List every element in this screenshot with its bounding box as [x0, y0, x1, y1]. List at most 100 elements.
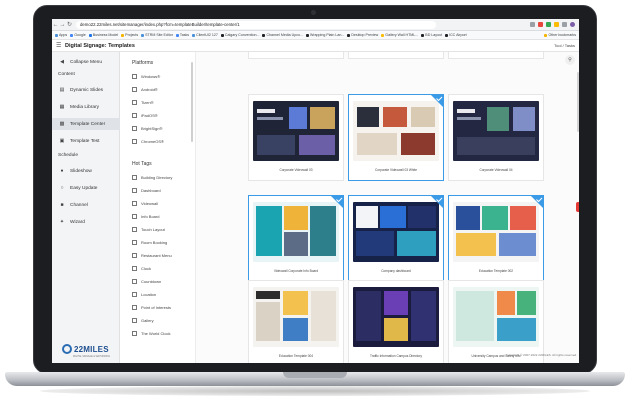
- tag-filter[interactable]: Clock: [132, 266, 151, 271]
- bookmark-icon: [121, 33, 125, 37]
- sidebar-item-dynamic-slides[interactable]: ▤ Dynamic Slides: [52, 84, 120, 96]
- tag-filter[interactable]: Countdown: [132, 279, 161, 284]
- template-card[interactable]: Corporate Videowall 03: [248, 94, 344, 181]
- template-card[interactable]: Videowall Corporate Info Board: [248, 195, 344, 282]
- platform-filter[interactable]: BrightSign®: [132, 126, 162, 131]
- checkbox[interactable]: [132, 279, 137, 284]
- bookmark[interactable]: Wrapping Plain Lan...: [306, 33, 344, 37]
- tag-filter[interactable]: Location: [132, 292, 156, 297]
- checkbox[interactable]: [132, 74, 137, 79]
- checkbox[interactable]: [132, 305, 137, 310]
- checkbox[interactable]: [132, 240, 137, 245]
- bookmark[interactable]: Desktop Preview: [347, 33, 378, 37]
- checkbox[interactable]: [132, 292, 137, 297]
- profile-avatar-icon[interactable]: [570, 22, 575, 27]
- brand-name: 22MILES: [74, 344, 109, 354]
- thumb-block: [284, 232, 308, 256]
- hamburger-menu-icon[interactable]: ☰: [56, 42, 62, 49]
- sidebar-item-channel[interactable]: ■ Channel: [52, 199, 120, 211]
- filter-scrollbar[interactable]: [191, 62, 193, 142]
- bookmark[interactable]: BD Layout: [421, 33, 442, 37]
- bookmark[interactable]: STRM Site Editor: [141, 33, 173, 37]
- other-bookmarks[interactable]: Other bookmarks: [544, 33, 579, 37]
- checkbox[interactable]: [132, 318, 137, 323]
- bookmark[interactable]: Apps: [55, 33, 67, 37]
- filter-label: Android®: [141, 87, 158, 92]
- bookmark[interactable]: Tasks: [175, 33, 189, 37]
- tag-filter[interactable]: Touch Layout: [132, 227, 165, 232]
- extension-icon[interactable]: [538, 22, 543, 27]
- checkbox[interactable]: [132, 227, 137, 232]
- thumb-block: [257, 117, 283, 120]
- bookmark[interactable]: Projects: [121, 33, 138, 37]
- search-icon[interactable]: ⚲: [565, 55, 575, 65]
- back-icon[interactable]: ←: [52, 22, 59, 28]
- sidebar-item-slideshow[interactable]: ● Slideshow: [52, 165, 120, 177]
- slideshow-icon: ●: [60, 168, 64, 174]
- checkbox[interactable]: [132, 331, 137, 336]
- hot-tags-heading: Hot Tags: [132, 161, 152, 167]
- checkbox[interactable]: [132, 214, 137, 219]
- thumb-block: [457, 117, 481, 120]
- thumb-block: [283, 318, 308, 341]
- tag-filter[interactable]: Gallery: [132, 318, 154, 323]
- template-card[interactable]: University Campus and Safety Info: [448, 280, 544, 363]
- bookmark[interactable]: ICC Airport: [445, 33, 467, 37]
- tag-filter[interactable]: Info Board: [132, 214, 159, 219]
- checkbox[interactable]: [132, 100, 137, 105]
- tag-filter[interactable]: Dashboard: [132, 188, 161, 193]
- gallery-scrollbar[interactable]: [577, 72, 579, 132]
- checkbox[interactable]: [132, 188, 137, 193]
- bookmark[interactable]: Google: [70, 33, 86, 37]
- reload-icon[interactable]: ↻: [66, 21, 73, 28]
- checkbox[interactable]: [132, 253, 137, 258]
- laptop-screen: ← → ↻ demo22.22miles.net/sitemanager/ind…: [52, 19, 579, 363]
- channel-icon: ■: [60, 202, 64, 208]
- template-card[interactable]: Company dashboard: [348, 195, 444, 282]
- feedback-tab[interactable]: [576, 202, 579, 212]
- bookmark[interactable]: ClientUI2 127: [192, 33, 218, 37]
- checkbox[interactable]: [132, 175, 137, 180]
- extension-icon[interactable]: [562, 22, 567, 27]
- checkbox[interactable]: [132, 266, 137, 271]
- checkbox[interactable]: [132, 201, 137, 206]
- tag-filter[interactable]: Room Booking: [132, 240, 167, 245]
- tag-filter[interactable]: Videowall: [132, 201, 158, 206]
- bookmark[interactable]: Channel Media Upco...: [262, 33, 303, 37]
- bookmark[interactable]: Business Model: [88, 33, 118, 37]
- platform-filter[interactable]: ChromeOS®: [132, 139, 164, 144]
- template-card[interactable]: Education Template 002: [448, 195, 544, 282]
- extension-icon[interactable]: [546, 22, 551, 27]
- url-bar[interactable]: demo22.22miles.net/sitemanager/index.php…: [76, 20, 436, 29]
- template-card[interactable]: Education Template 004: [248, 280, 344, 363]
- platform-filter[interactable]: Tizen®: [132, 100, 154, 105]
- checkbox[interactable]: [132, 126, 137, 131]
- tag-filter[interactable]: Restaurant Menu: [132, 253, 172, 258]
- sidebar-item-wizard[interactable]: ✦ Wizard: [52, 216, 120, 228]
- tool-tasks-link[interactable]: Tool / Tasks: [554, 43, 579, 48]
- collapse-menu-button[interactable]: ◀ Collapse Menu: [52, 56, 120, 68]
- template-card[interactable]: Traffic Information Campus Directory: [348, 280, 444, 363]
- sidebar-item-template-test[interactable]: ▣ Template Test: [52, 135, 120, 147]
- sidebar-item-easy-update[interactable]: ○ Easy Update: [52, 182, 120, 194]
- tag-filter[interactable]: Building Directory: [132, 175, 172, 180]
- extension-icon[interactable]: [554, 22, 559, 27]
- platform-filter[interactable]: Windows®: [132, 74, 160, 79]
- checkbox[interactable]: [132, 87, 137, 92]
- bookmark-icon: [70, 33, 74, 37]
- bookmark-label: BD Layout: [425, 33, 443, 37]
- checkbox[interactable]: [132, 113, 137, 118]
- checkbox[interactable]: [132, 139, 137, 144]
- tag-filter[interactable]: Point of Interests: [132, 305, 171, 310]
- bookmark[interactable]: Gallery Wall HTML...: [381, 33, 418, 37]
- bookmark[interactable]: Calgary Convention...: [220, 33, 259, 37]
- sidebar-item-template-center[interactable]: ▩ Template Center: [52, 118, 120, 130]
- sidebar-item-media-library[interactable]: ▦ Media Library: [52, 101, 120, 113]
- template-card[interactable]: Corporate Videowall 04: [448, 94, 544, 181]
- platform-filter[interactable]: Android®: [132, 87, 158, 92]
- forward-icon[interactable]: →: [59, 22, 66, 28]
- platform-filter[interactable]: iPadOS®: [132, 113, 158, 118]
- tag-filter[interactable]: The World Clock: [132, 331, 171, 336]
- extension-icon[interactable]: [530, 22, 535, 27]
- template-card[interactable]: Corporate Videowall 03 White: [348, 94, 444, 181]
